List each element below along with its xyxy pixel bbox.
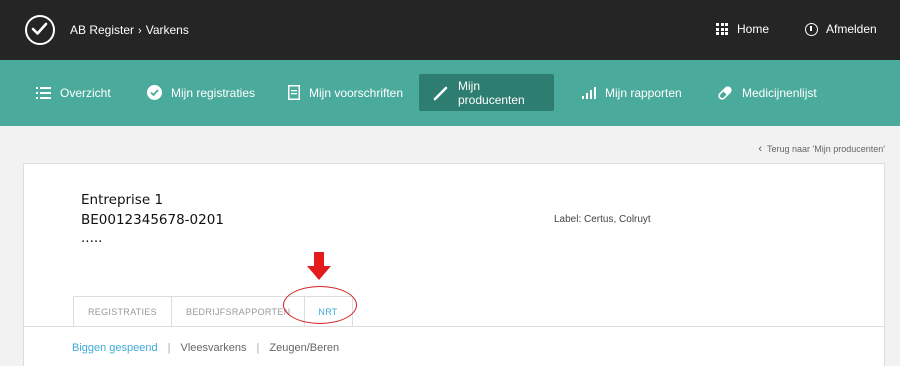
enterprise-more: ..... bbox=[81, 230, 103, 246]
subnav-vleesvarkens[interactable]: Vleesvarkens bbox=[181, 342, 247, 354]
highlight-circle bbox=[283, 286, 357, 324]
enterprise-number: BE0012345678-0201 bbox=[81, 212, 224, 228]
nav-label: Medicijnenlijst bbox=[742, 85, 817, 100]
home-label: Home bbox=[737, 22, 770, 36]
nav-label: Mijn registraties bbox=[171, 85, 256, 100]
nav-item-mijn-producenten[interactable]: Mijn producenten bbox=[419, 74, 554, 111]
power-icon bbox=[805, 22, 818, 36]
logo-check-icon[interactable] bbox=[25, 15, 55, 45]
bar-chart-icon bbox=[582, 86, 596, 99]
logout-label: Afmelden bbox=[826, 22, 877, 36]
nav-item-medicijnenlijst[interactable]: Medicijnenlijst bbox=[707, 74, 827, 111]
grid-icon bbox=[716, 23, 728, 35]
breadcrumb-item-varkens[interactable]: Varkens bbox=[146, 23, 189, 37]
nav-label: Mijn voorschriften bbox=[309, 85, 404, 100]
subnav-zeugen-beren[interactable]: Zeugen/Beren bbox=[269, 342, 339, 354]
nav-item-mijn-registraties[interactable]: Mijn registraties bbox=[137, 74, 265, 111]
tab-registraties[interactable]: REGISTRATIES bbox=[73, 296, 172, 327]
label-text: Label: Certus, Colruyt bbox=[554, 214, 651, 225]
syringe-icon bbox=[433, 85, 449, 101]
document-icon bbox=[288, 85, 300, 100]
back-link[interactable]: ‹ Terug naar 'Mijn producenten' bbox=[758, 143, 885, 155]
home-link[interactable]: Home bbox=[716, 22, 769, 36]
list-icon bbox=[36, 86, 51, 99]
nav-label: Mijn producenten bbox=[458, 78, 525, 107]
nav-label: Mijn rapporten bbox=[605, 85, 682, 100]
breadcrumb: AB Register › Varkens bbox=[70, 23, 189, 37]
sub-navigation: Biggen gespeend | Vleesvarkens | Zeugen/… bbox=[72, 342, 339, 354]
breadcrumb-item-ab-register[interactable]: AB Register bbox=[70, 23, 134, 37]
nav-item-mijn-voorschriften[interactable]: Mijn voorschriften bbox=[278, 74, 413, 111]
subnav-biggen-gespeend[interactable]: Biggen gespeend bbox=[72, 342, 158, 354]
nav-item-overzicht[interactable]: Overzicht bbox=[26, 74, 121, 111]
breadcrumb-separator: › bbox=[138, 25, 142, 37]
divider bbox=[24, 326, 884, 327]
top-bar: AB Register › Varkens Home Afmelden bbox=[0, 0, 900, 60]
subnav-divider: | bbox=[167, 342, 171, 354]
producer-card: Entreprise 1 BE0012345678-0201 ..... Lab… bbox=[23, 163, 885, 366]
subnav-divider: | bbox=[256, 342, 260, 354]
logout-link[interactable]: Afmelden bbox=[805, 22, 877, 36]
pill-icon bbox=[717, 85, 733, 101]
nav-item-mijn-rapporten[interactable]: Mijn rapporten bbox=[572, 74, 692, 111]
enterprise-name: Entreprise 1 bbox=[81, 192, 164, 208]
main-nav: Overzicht Mijn registraties Mijn voorsch… bbox=[0, 60, 900, 126]
chevron-left-icon: ‹ bbox=[758, 143, 762, 155]
check-circle-icon bbox=[147, 85, 162, 100]
back-link-label: Terug naar 'Mijn producenten' bbox=[766, 144, 885, 154]
nav-label: Overzicht bbox=[60, 85, 111, 100]
arrow-down-icon bbox=[307, 252, 331, 285]
